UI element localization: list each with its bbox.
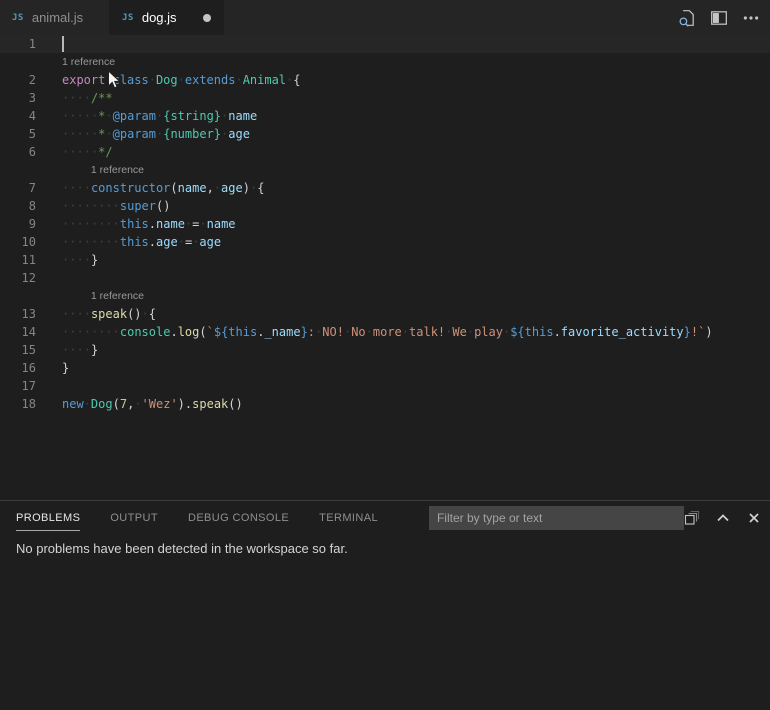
code-content[interactable]: ········this.name·=·name (62, 215, 236, 233)
code-line[interactable]: 8 ········super() (0, 197, 770, 215)
line-number[interactable]: 14 (0, 323, 36, 341)
problems-panel: PROBLEMS OUTPUT DEBUG CONSOLE TERMINAL N… (0, 500, 770, 710)
code-line[interactable]: 3 ····/** (0, 89, 770, 107)
close-panel-icon[interactable] (746, 510, 762, 526)
more-actions-icon[interactable] (742, 9, 760, 27)
line-number[interactable]: 11 (0, 251, 36, 269)
editor-actions (678, 0, 770, 35)
tab-animal-js[interactable]: JS animal.js (0, 0, 110, 35)
code-content[interactable]: ····} (62, 251, 98, 269)
panel-tab-output[interactable]: OUTPUT (110, 512, 158, 524)
maximize-panel-icon[interactable] (715, 510, 731, 526)
code-line[interactable]: 13 ····speak()·{ (0, 305, 770, 323)
javascript-file-icon: JS (12, 13, 24, 23)
javascript-file-icon: JS (122, 13, 134, 23)
code-content[interactable]: ········this.age·=·age (62, 233, 221, 251)
code-editor[interactable]: 11 reference2export·class·Dog·extends·An… (0, 35, 770, 500)
line-number[interactable]: 4 (0, 107, 36, 125)
code-line[interactable]: 11 ····} (0, 251, 770, 269)
code-content[interactable]: ····} (62, 341, 98, 359)
line-number[interactable]: 3 (0, 89, 36, 107)
problems-message: No problems have been detected in the wo… (0, 535, 770, 556)
code-content[interactable]: ····/** (62, 89, 113, 107)
code-line[interactable]: 10 ········this.age·=·age (0, 233, 770, 251)
code-line[interactable]: 9 ········this.name·=·name (0, 215, 770, 233)
code-content[interactable]: ·····*·@param·{string}·name (62, 107, 257, 125)
codelens-reference[interactable]: 1 reference (0, 53, 770, 71)
line-number[interactable]: 2 (0, 71, 36, 89)
line-number[interactable]: 7 (0, 179, 36, 197)
code-content[interactable]: ····constructor(name,·age)·{ (62, 179, 264, 197)
line-number[interactable]: 17 (0, 377, 36, 395)
line-number[interactable]: 8 (0, 197, 36, 215)
code-content[interactable]: ········console.log(`${this._name}:·NO!·… (62, 323, 713, 341)
code-line[interactable]: 7 ····constructor(name,·age)·{ (0, 179, 770, 197)
code-line[interactable]: 17 (0, 377, 770, 395)
tab-dog-js[interactable]: JS dog.js (110, 0, 224, 35)
panel-actions (684, 510, 770, 526)
code-line[interactable]: 6 ·····*/ (0, 143, 770, 161)
panel-tab-terminal[interactable]: TERMINAL (319, 512, 378, 524)
line-number[interactable]: 12 (0, 269, 36, 287)
codelens-reference[interactable]: 1 reference (0, 287, 770, 305)
tab-label: animal.js (32, 10, 83, 25)
code-content[interactable]: ·····*·@param·{number}·age (62, 125, 250, 143)
code-content[interactable]: ····speak()·{ (62, 305, 156, 323)
panel-header: PROBLEMS OUTPUT DEBUG CONSOLE TERMINAL (0, 501, 770, 535)
line-number[interactable]: 15 (0, 341, 36, 359)
line-number[interactable]: 10 (0, 233, 36, 251)
mouse-cursor (107, 70, 121, 91)
panel-tab-problems[interactable]: PROBLEMS (16, 512, 80, 524)
line-number[interactable]: 5 (0, 125, 36, 143)
file-search-icon[interactable] (678, 9, 696, 27)
code-content[interactable]: ········super() (62, 197, 170, 215)
tab-label: dog.js (142, 10, 177, 25)
code-line[interactable]: 4 ·····*·@param·{string}·name (0, 107, 770, 125)
problems-filter-input[interactable] (429, 506, 684, 530)
editor-tab-bar: JS animal.js JS dog.js (0, 0, 770, 35)
code-content[interactable]: ·····*/ (62, 143, 113, 161)
code-line[interactable]: 5 ·····*·@param·{number}·age (0, 125, 770, 143)
code-content[interactable]: } (62, 359, 69, 377)
panel-tab-debug-console[interactable]: DEBUG CONSOLE (188, 512, 289, 524)
code-line[interactable]: 14 ········console.log(`${this._name}:·NO… (0, 323, 770, 341)
split-editor-icon[interactable] (710, 9, 728, 27)
code-content[interactable]: export·class·Dog·extends·Animal·{ (62, 71, 301, 89)
unsaved-changes-dot[interactable] (203, 14, 211, 22)
line-number[interactable]: 9 (0, 215, 36, 233)
code-line[interactable]: 16} (0, 359, 770, 377)
code-line[interactable]: 18 new·Dog(7,·'Wez').speak() (0, 395, 770, 413)
line-number[interactable]: 18 (0, 395, 36, 413)
code-content[interactable]: new·Dog(7,·'Wez').speak() (62, 395, 243, 413)
codelens-reference[interactable]: 1 reference (0, 161, 770, 179)
line-number[interactable]: 6 (0, 143, 36, 161)
code-lines: 11 reference2export·class·Dog·extends·An… (0, 35, 770, 413)
line-number[interactable]: 16 (0, 359, 36, 377)
code-line[interactable]: 15 ····} (0, 341, 770, 359)
code-line[interactable]: 1 (0, 35, 770, 53)
line-number[interactable]: 13 (0, 305, 36, 323)
text-cursor (62, 36, 64, 52)
collapse-all-icon[interactable] (684, 510, 700, 526)
code-line[interactable]: 12 (0, 269, 770, 287)
line-number[interactable]: 1 (0, 35, 36, 53)
